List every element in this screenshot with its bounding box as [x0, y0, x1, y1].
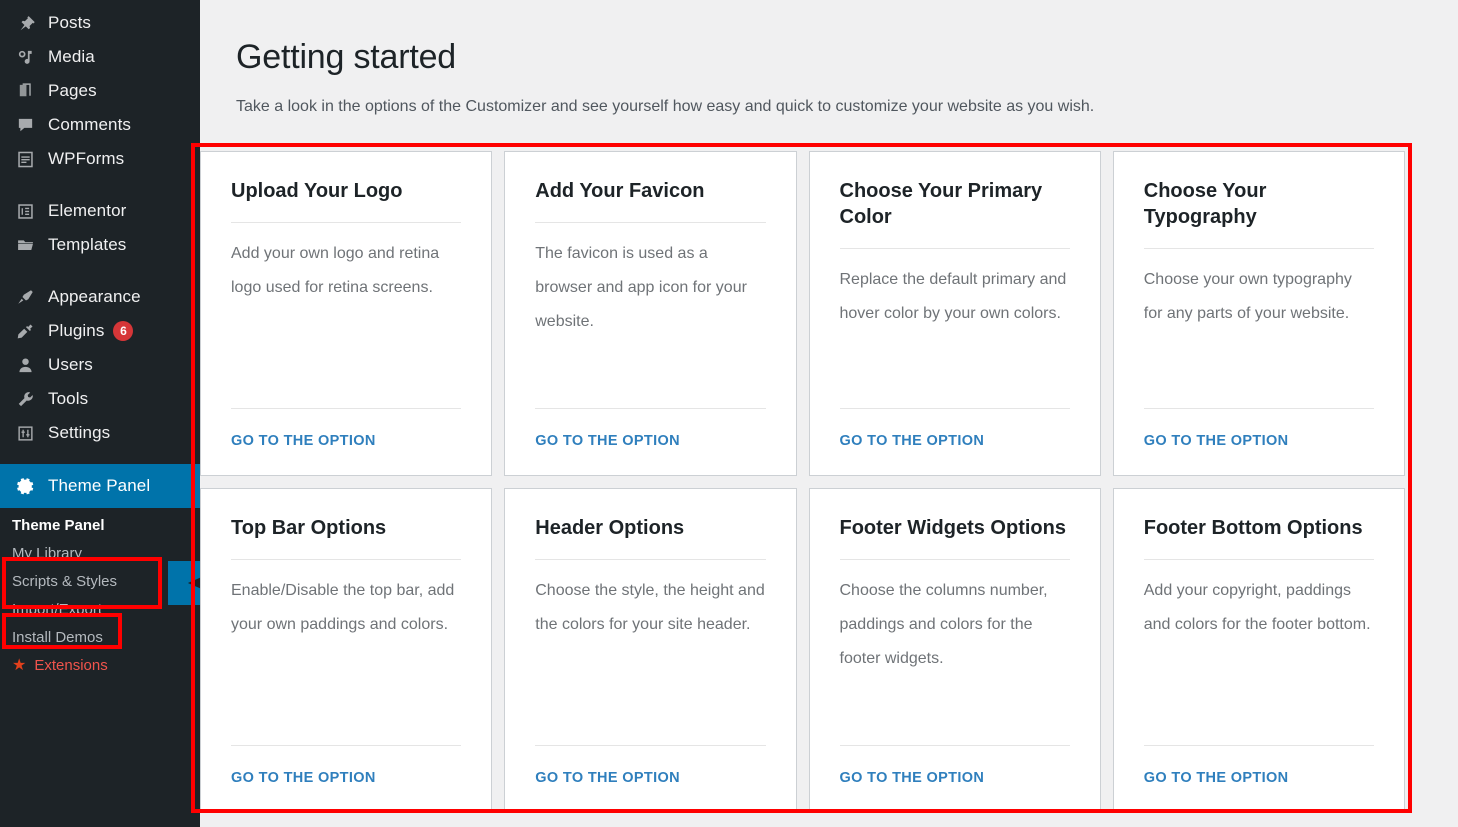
card-divider-top — [535, 559, 766, 560]
sidebar-item-label: Users — [48, 355, 93, 374]
sidebar-item-label: Theme Panel — [48, 476, 151, 495]
sidebar-item-media[interactable]: Media — [0, 40, 200, 74]
sidebar-item-comments[interactable]: Comments — [0, 108, 200, 142]
page-subtitle: Take a look in the options of the Custom… — [236, 98, 1095, 115]
getting-started-card-grid: Upload Your Logo Add your own logo and r… — [200, 151, 1405, 813]
main-content: Getting started Take a look in the optio… — [191, 0, 1458, 827]
sidebar-item-label: Elementor — [48, 201, 127, 220]
go-to-the-option-link[interactable]: GO TO THE OPTION — [840, 409, 1070, 475]
sidebar-separator — [0, 262, 200, 280]
card-divider-top — [231, 222, 462, 223]
sidebar-item-label: Pages — [48, 81, 97, 100]
card-title: Choose Your Typography — [1143, 180, 1267, 228]
pages-icon — [12, 79, 38, 103]
sidebar-item-posts[interactable]: Posts — [0, 6, 200, 40]
card-divider-top — [231, 559, 462, 560]
card-divider-top — [1143, 248, 1374, 249]
card-description: Add your copyright, paddings and colors … — [1143, 582, 1371, 633]
go-to-the-option-link[interactable]: GO TO THE OPTION — [840, 746, 1070, 812]
card-description: Enable/Disable the top bar, add your own… — [231, 582, 455, 633]
card-footer-widgets-options: Footer Widgets Options Choose the column… — [808, 488, 1101, 813]
sidebar-item-label: Plugins — [48, 321, 105, 340]
sidebar-item-theme-panel[interactable]: Theme Panel — [0, 464, 200, 508]
sliders-icon — [12, 421, 38, 445]
submenu-item-extensions[interactable]: ★ Extensions — [0, 652, 200, 680]
star-icon: ★ — [12, 657, 27, 674]
card-divider-top — [535, 222, 766, 223]
sidebar-item-wpforms[interactable]: WPForms — [0, 142, 200, 176]
card-choose-your-typography: Choose Your Typography Choose your own t… — [1112, 151, 1405, 476]
card-description: Choose the style, the height and the col… — [535, 582, 765, 633]
elementor-icon — [12, 199, 38, 223]
card-description: Choose the columns number, paddings and … — [839, 582, 1048, 667]
card-description: Add your own logo and retina logo used f… — [231, 245, 440, 296]
card-upload-your-logo: Upload Your Logo Add your own logo and r… — [200, 151, 493, 476]
card-title: Footer Widgets Options — [839, 517, 1066, 539]
wordpress-admin-screen: Posts Media Pages Comments WPForms Eleme… — [0, 0, 1458, 827]
user-icon — [12, 353, 38, 377]
sidebar-item-plugins[interactable]: Plugins 6 — [0, 314, 200, 348]
sidebar-item-label: WPForms — [48, 149, 125, 168]
card-divider-top — [839, 248, 1070, 249]
card-title: Footer Bottom Options — [1143, 517, 1363, 539]
page-title: Getting started — [236, 38, 457, 76]
sidebar-item-label: Settings — [48, 423, 111, 442]
form-icon — [12, 147, 38, 171]
sidebar-item-label: Templates — [48, 235, 127, 254]
card-title: Add Your Favicon — [535, 180, 705, 202]
card-description: Choose your own typography for any parts… — [1143, 271, 1352, 322]
folder-icon — [12, 233, 38, 257]
card-description: The favicon is used as a browser and app… — [535, 245, 747, 330]
go-to-the-option-link[interactable]: GO TO THE OPTION — [1144, 409, 1374, 475]
sidebar-item-appearance[interactable]: Appearance — [0, 280, 200, 314]
go-to-the-option-link[interactable]: GO TO THE OPTION — [231, 409, 461, 475]
media-icon — [12, 45, 38, 69]
sidebar-item-label: Posts — [48, 13, 92, 32]
card-divider-top — [1143, 559, 1374, 560]
card-title: Upload Your Logo — [231, 180, 403, 202]
go-to-the-option-link[interactable]: GO TO THE OPTION — [535, 746, 765, 812]
go-to-the-option-link[interactable]: GO TO THE OPTION — [535, 409, 765, 475]
sidebar-item-label: Appearance — [48, 287, 141, 306]
card-description: Replace the default primary and hover co… — [839, 271, 1067, 322]
card-title: Choose Your Primary Color — [839, 180, 1043, 228]
admin-sidebar: Posts Media Pages Comments WPForms Eleme… — [0, 0, 200, 827]
sidebar-item-elementor[interactable]: Elementor — [0, 194, 200, 228]
card-header-options: Header Options Choose the style, the hei… — [504, 488, 797, 813]
sidebar-item-label: Tools — [48, 389, 89, 408]
submenu-item-theme-panel[interactable]: Theme Panel — [0, 512, 200, 540]
sidebar-item-tools[interactable]: Tools — [0, 382, 200, 416]
sidebar-item-templates[interactable]: Templates — [0, 228, 200, 262]
submenu-item-install-demos[interactable]: Install Demos — [0, 624, 200, 652]
wrench-icon — [12, 387, 38, 411]
go-to-the-option-link[interactable]: GO TO THE OPTION — [231, 746, 461, 812]
comment-icon — [12, 113, 38, 137]
submenu-item-label: Extensions — [34, 657, 108, 674]
card-title: Top Bar Options — [231, 517, 387, 539]
sidebar-separator — [0, 176, 200, 194]
sidebar-item-pages[interactable]: Pages — [0, 74, 200, 108]
sidebar-item-users[interactable]: Users — [0, 348, 200, 382]
sidebar-item-label: Media — [48, 47, 95, 66]
card-divider-top — [839, 559, 1070, 560]
gear-icon — [12, 474, 38, 498]
sidebar-item-settings[interactable]: Settings — [0, 416, 200, 450]
card-footer-bottom-options: Footer Bottom Options Add your copyright… — [1112, 488, 1405, 813]
sidebar-item-label: Comments — [48, 115, 131, 134]
go-to-the-option-link[interactable]: GO TO THE OPTION — [1144, 746, 1374, 812]
card-title: Header Options — [535, 517, 685, 539]
brush-icon — [12, 285, 38, 309]
card-choose-your-primary-color: Choose Your Primary Color Replace the de… — [808, 151, 1101, 476]
plugins-update-badge: 6 — [113, 321, 134, 341]
plug-icon — [12, 319, 38, 343]
card-add-your-favicon: Add Your Favicon The favicon is used as … — [504, 151, 797, 476]
pin-icon — [12, 11, 38, 35]
card-top-bar-options: Top Bar Options Enable/Disable the top b… — [200, 488, 493, 813]
